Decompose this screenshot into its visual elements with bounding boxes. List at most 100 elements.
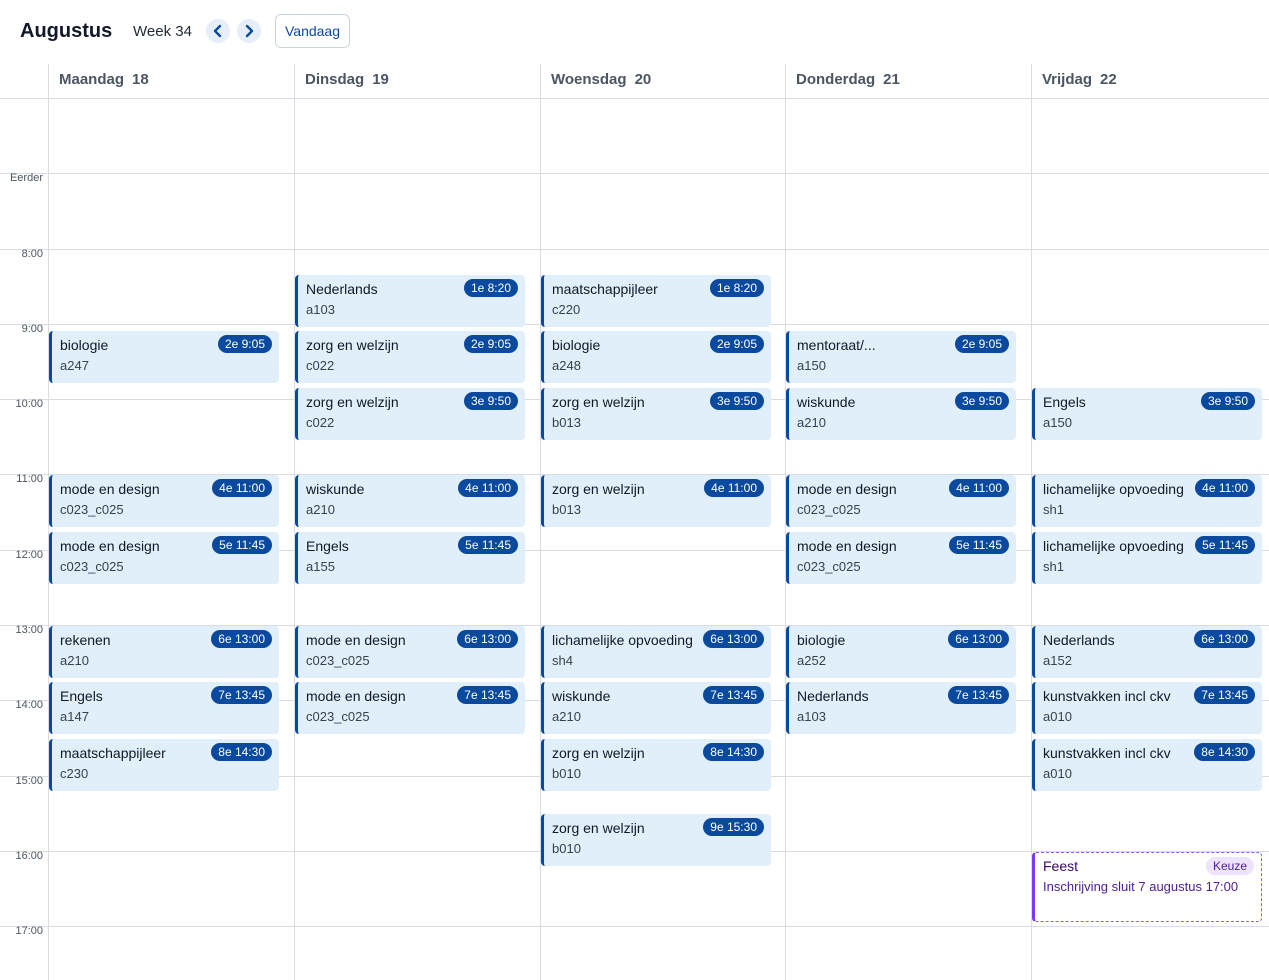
lesson-event[interactable]: zorg en welzijn b013 4e 11:00 — [541, 475, 771, 527]
week-label: Week 34 — [133, 23, 192, 40]
event-subject: Nederlands — [797, 688, 869, 704]
lesson-event[interactable]: mode en design c023_c025 6e 13:00 — [295, 626, 525, 678]
day-header-maandag: Maandag 18 — [59, 71, 149, 88]
period-badge: 9e 15:30 — [703, 818, 764, 836]
lesson-event[interactable]: Engels a147 7e 13:45 — [49, 682, 279, 734]
event-room: a103 — [797, 709, 826, 724]
period-badge: 2e 9:05 — [954, 335, 1009, 353]
lesson-event[interactable]: Nederlands a103 7e 13:45 — [786, 682, 1016, 734]
lesson-event[interactable]: zorg en welzijn c022 2e 9:05 — [295, 331, 525, 383]
lesson-event[interactable]: Engels a150 3e 9:50 — [1032, 388, 1262, 440]
day-number: 18 — [132, 71, 149, 88]
event-subject: Engels — [306, 538, 349, 554]
lesson-event[interactable]: rekenen a210 6e 13:00 — [49, 626, 279, 678]
lesson-event[interactable]: mode en design c023_c025 5e 11:45 — [786, 532, 1016, 584]
lesson-event[interactable]: mode en design c023_c025 4e 11:00 — [49, 475, 279, 527]
event-room: c023_c025 — [306, 653, 370, 668]
choice-event[interactable]: Feest Inschrijving sluit 7 augustus 17:00… — [1032, 852, 1262, 922]
lesson-event[interactable]: wiskunde a210 3e 9:50 — [786, 388, 1016, 440]
lesson-event[interactable]: mode en design c023_c025 7e 13:45 — [295, 682, 525, 734]
lesson-event[interactable]: wiskunde a210 4e 11:00 — [295, 475, 525, 527]
event-subject: zorg en welzijn — [306, 394, 399, 410]
lesson-event[interactable]: biologie a247 2e 9:05 — [49, 331, 279, 383]
day-name: Vrijdag — [1042, 71, 1093, 88]
prev-week-button[interactable] — [206, 19, 230, 43]
day-name: Woensdag — [551, 71, 627, 88]
lesson-event[interactable]: zorg en welzijn b013 3e 9:50 — [541, 388, 771, 440]
lesson-event[interactable]: Nederlands a152 6e 13:00 — [1032, 626, 1262, 678]
lesson-event[interactable]: maatschappijleer c230 8e 14:30 — [49, 739, 279, 791]
grid-row-line — [0, 926, 1269, 927]
event-subject: lichamelijke opvoeding — [1043, 481, 1184, 497]
time-label: 10:00 — [15, 398, 43, 410]
period-badge: 6e 13:00 — [1194, 630, 1255, 648]
time-label: 17:00 — [15, 925, 43, 937]
day-number: 20 — [634, 71, 652, 88]
event-subject: Feest — [1043, 858, 1079, 874]
period-badge: 6e 13:00 — [211, 630, 272, 648]
lesson-event[interactable]: lichamelijke opvoeding sh1 4e 11:00 — [1032, 475, 1262, 527]
next-week-button[interactable] — [237, 19, 261, 43]
event-room: a252 — [797, 653, 826, 668]
period-badge: 8e 14:30 — [1194, 743, 1255, 761]
period-badge: 4e 11:00 — [949, 479, 1009, 497]
event-room: a103 — [306, 302, 335, 317]
event-room: a147 — [60, 709, 89, 724]
event-room: sh1 — [1043, 559, 1064, 574]
event-subject: lichamelijke opvoeding — [552, 632, 693, 648]
lesson-event[interactable]: lichamelijke opvoeding sh4 6e 13:00 — [541, 626, 771, 678]
event-subject: biologie — [552, 337, 601, 353]
period-badge: 1e 8:20 — [463, 279, 518, 297]
event-room: c023_c025 — [60, 502, 124, 517]
grid-row-line — [0, 249, 1269, 250]
event-room: c023_c025 — [60, 559, 124, 574]
period-badge: 8e 14:30 — [703, 743, 764, 761]
lesson-event[interactable]: zorg en welzijn c022 3e 9:50 — [295, 388, 525, 440]
time-label: 14:00 — [15, 699, 43, 711]
chevron-right-icon — [245, 24, 254, 38]
month-title: Augustus — [20, 20, 113, 42]
event-subject: mode en design — [797, 538, 897, 554]
lesson-event[interactable]: wiskunde a210 7e 13:45 — [541, 682, 771, 734]
event-subject: Engels — [1043, 394, 1086, 410]
period-badge: 7e 13:45 — [948, 686, 1009, 704]
time-label: Eerder — [9, 172, 43, 184]
event-subject: wiskunde — [797, 394, 856, 410]
period-badge: 4e 11:00 — [1195, 479, 1255, 497]
lesson-event[interactable]: mode en design c023_c025 4e 11:00 — [786, 475, 1016, 527]
lesson-event[interactable]: zorg en welzijn b010 9e 15:30 — [541, 814, 771, 866]
event-description: Inschrijving sluit 7 augustus 17:00 — [1043, 879, 1239, 894]
lesson-event[interactable]: kunstvakken incl ckv a010 8e 14:30 — [1032, 739, 1262, 791]
event-subject: wiskunde — [306, 481, 365, 497]
event-room: a210 — [60, 653, 89, 668]
period-badge: 4e 11:00 — [704, 479, 764, 497]
event-subject: rekenen — [60, 632, 111, 648]
period-badge: 4e 11:00 — [458, 479, 518, 497]
event-room: b010 — [552, 766, 581, 781]
event-subject: zorg en welzijn — [306, 337, 399, 353]
lesson-event[interactable]: mode en design c023_c025 5e 11:45 — [49, 532, 279, 584]
event-subject: mode en design — [306, 632, 406, 648]
lesson-event[interactable]: Nederlands a103 1e 8:20 — [295, 275, 525, 327]
event-subject: mentoraat/... — [797, 337, 876, 353]
choice-badge: Keuze — [1205, 857, 1254, 875]
event-room: a247 — [60, 358, 89, 373]
lesson-event[interactable]: biologie a248 2e 9:05 — [541, 331, 771, 383]
period-badge: 2e 9:05 — [463, 335, 518, 353]
event-room: b013 — [552, 415, 581, 430]
lesson-event[interactable]: lichamelijke opvoeding sh1 5e 11:45 — [1032, 532, 1262, 584]
period-badge: 6e 13:00 — [703, 630, 764, 648]
lesson-event[interactable]: maatschappijleer c220 1e 8:20 — [541, 275, 771, 327]
lesson-event[interactable]: mentoraat/... a150 2e 9:05 — [786, 331, 1016, 383]
event-subject: Engels — [60, 688, 103, 704]
lesson-event[interactable]: zorg en welzijn b010 8e 14:30 — [541, 739, 771, 791]
event-subject: zorg en welzijn — [552, 394, 645, 410]
day-name: Donderdag — [796, 71, 876, 88]
lesson-event[interactable]: biologie a252 6e 13:00 — [786, 626, 1016, 678]
event-room: a210 — [552, 709, 581, 724]
lesson-event[interactable]: Engels a155 5e 11:45 — [295, 532, 525, 584]
today-button[interactable]: Vandaag — [275, 14, 350, 48]
event-subject: zorg en welzijn — [552, 820, 645, 836]
period-badge: 3e 9:50 — [1200, 392, 1255, 410]
lesson-event[interactable]: kunstvakken incl ckv a010 7e 13:45 — [1032, 682, 1262, 734]
